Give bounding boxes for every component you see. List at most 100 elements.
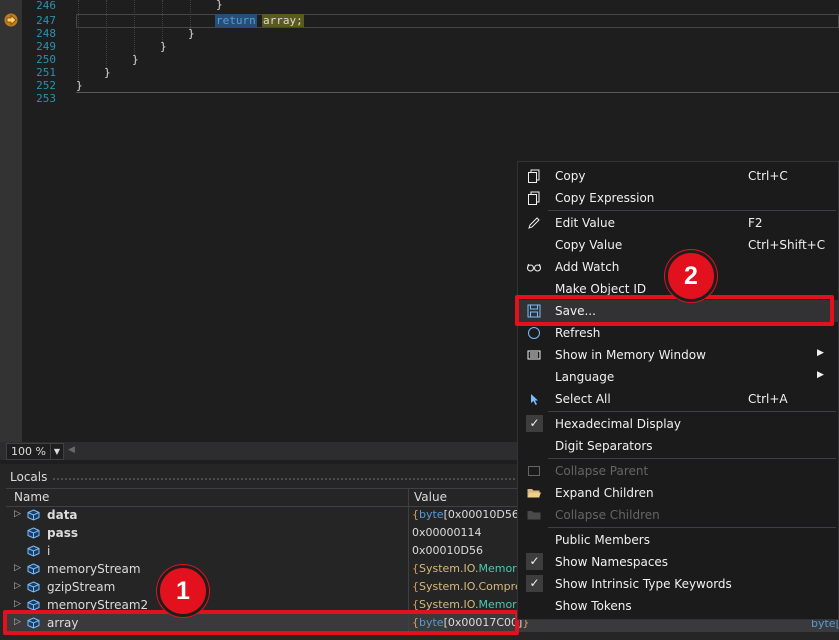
menu-item-label: Digit Separators bbox=[555, 439, 653, 453]
variable-value: {System.IO.Memory bbox=[412, 562, 524, 575]
variable-icon bbox=[27, 563, 40, 575]
menu-item-collapse-children[interactable]: Collapse Children bbox=[518, 504, 838, 526]
scroll-left-icon[interactable]: ◀ bbox=[68, 445, 75, 455]
menu-item-label: Show Intrinsic Type Keywords bbox=[555, 577, 732, 591]
code-keyword-return: return bbox=[215, 14, 257, 27]
code-brace: } bbox=[160, 40, 167, 53]
menu-item-copy[interactable]: Copy Ctrl+C bbox=[518, 165, 838, 187]
breakpoint-gutter[interactable] bbox=[0, 0, 22, 442]
checkmark-icon: ✓ bbox=[526, 553, 543, 570]
variable-name: memoryStream bbox=[47, 562, 141, 576]
menu-item-label: Copy Value bbox=[555, 238, 623, 252]
menu-separator bbox=[548, 411, 836, 412]
submenu-arrow-icon: ▶ bbox=[817, 370, 824, 380]
checkmark-icon: ✓ bbox=[526, 415, 543, 432]
column-divider bbox=[408, 578, 409, 596]
collapse-icon bbox=[528, 466, 540, 476]
column-divider bbox=[408, 506, 409, 524]
line-number: 248 bbox=[36, 27, 56, 40]
current-line-highlight bbox=[76, 14, 839, 28]
code-return-value: array; bbox=[262, 14, 304, 27]
glasses-icon bbox=[527, 263, 541, 272]
menu-item-label: Copy bbox=[555, 169, 586, 183]
menu-item-label: Copy Expression bbox=[555, 191, 655, 205]
menu-separator bbox=[548, 458, 836, 459]
menu-item-shortcut: Ctrl+Shift+C bbox=[748, 238, 826, 252]
menu-item-digit-separators[interactable]: Digit Separators bbox=[518, 435, 838, 457]
menu-item-show-tokens[interactable]: Show Tokens bbox=[518, 595, 838, 617]
menu-item-shortcut: Ctrl+C bbox=[748, 169, 788, 183]
line-number: 253 bbox=[36, 92, 56, 105]
expand-arrow-icon[interactable]: ▷ bbox=[14, 581, 21, 591]
submenu-arrow-icon: ▶ bbox=[817, 348, 824, 358]
menu-item-label: Show Tokens bbox=[555, 599, 632, 613]
line-number: 251 bbox=[36, 66, 56, 79]
variable-value: {byte[0x00010D56]} bbox=[412, 508, 530, 521]
column-divider bbox=[408, 524, 409, 542]
menu-item-show-in-memory-window[interactable]: Show in Memory Window ▶ bbox=[518, 344, 838, 366]
variable-icon bbox=[27, 509, 40, 521]
context-menu: Copy Ctrl+C Copy Expression Edit Value F… bbox=[517, 161, 839, 620]
variable-value: 0x00000114 bbox=[412, 526, 482, 539]
menu-separator bbox=[548, 210, 836, 211]
code-brace: } bbox=[76, 79, 83, 92]
variable-name: gzipStream bbox=[47, 580, 116, 594]
menu-item-show-namespaces[interactable]: ✓ Show Namespaces bbox=[518, 551, 838, 573]
menu-item-label: Make Object ID bbox=[555, 282, 647, 296]
menu-item-show-intrinsic-type-keywords[interactable]: ✓ Show Intrinsic Type Keywords bbox=[518, 573, 838, 595]
highlight-box-array-row bbox=[3, 610, 519, 635]
code-brace: } bbox=[216, 0, 223, 11]
code-brace: } bbox=[188, 27, 195, 40]
folder-icon bbox=[527, 511, 541, 520]
column-divider[interactable] bbox=[408, 489, 409, 506]
menu-separator bbox=[548, 527, 836, 528]
menu-item-expand-children[interactable]: Expand Children bbox=[518, 482, 838, 504]
variable-icon bbox=[27, 545, 40, 557]
variable-name: data bbox=[47, 508, 78, 522]
menu-item-label: Show Namespaces bbox=[555, 555, 669, 569]
menu-item-label: Public Members bbox=[555, 533, 650, 547]
menu-item-edit-value[interactable]: Edit Value F2 bbox=[518, 212, 838, 234]
panel-grip[interactable] bbox=[52, 477, 522, 481]
menu-item-copy-expression[interactable]: Copy Expression bbox=[518, 187, 838, 209]
menu-item-label: Add Watch bbox=[555, 260, 620, 274]
indent-guide bbox=[106, 0, 107, 68]
menu-item-shortcut: F2 bbox=[748, 216, 763, 230]
menu-item-label: Edit Value bbox=[555, 216, 616, 230]
code-brace: } bbox=[132, 53, 139, 66]
refresh-icon bbox=[528, 327, 540, 339]
expand-arrow-icon[interactable]: ▷ bbox=[14, 563, 21, 573]
zoom-dropdown[interactable]: 100 % ▼ bbox=[6, 443, 64, 460]
menu-item-language[interactable]: Language ▶ bbox=[518, 366, 838, 388]
menu-item-hexadecimal-display[interactable]: ✓ Hexadecimal Display bbox=[518, 413, 838, 435]
indent-guide bbox=[78, 0, 79, 80]
menu-item-label: Select All bbox=[555, 392, 611, 406]
menu-item-label: Language bbox=[555, 370, 615, 384]
menu-item-public-members[interactable]: Public Members bbox=[518, 529, 838, 551]
step-badge-1: 1 bbox=[157, 565, 209, 617]
memory-window-icon bbox=[527, 350, 541, 360]
copy-icon bbox=[528, 169, 540, 183]
copy-icon bbox=[528, 191, 540, 205]
cursor-icon bbox=[531, 394, 538, 405]
column-header-value[interactable]: Value bbox=[414, 490, 447, 504]
variable-name: pass bbox=[47, 526, 78, 540]
locals-title: Locals bbox=[10, 470, 48, 484]
chevron-down-icon[interactable]: ▼ bbox=[50, 444, 63, 459]
menu-item-select-all[interactable]: Select All Ctrl+A bbox=[518, 388, 838, 410]
column-divider bbox=[408, 560, 409, 578]
variable-value: {System.IO.Compres bbox=[412, 580, 528, 593]
expand-arrow-icon[interactable]: ▷ bbox=[14, 599, 21, 609]
step-badge-2: 2 bbox=[665, 250, 717, 302]
line-number: 252 bbox=[36, 79, 56, 92]
menu-item-collapse-parent[interactable]: Collapse Parent bbox=[518, 460, 838, 482]
variable-icon bbox=[27, 581, 40, 593]
folder-open-icon bbox=[527, 489, 541, 498]
column-header-name[interactable]: Name bbox=[14, 490, 49, 504]
expand-arrow-icon[interactable]: ▷ bbox=[14, 509, 21, 519]
menu-item-label: Collapse Children bbox=[555, 508, 660, 522]
variable-icon bbox=[27, 527, 40, 539]
menu-item-label: Hexadecimal Display bbox=[555, 417, 682, 431]
column-divider bbox=[408, 542, 409, 560]
zoom-value: 100 % bbox=[11, 445, 46, 458]
